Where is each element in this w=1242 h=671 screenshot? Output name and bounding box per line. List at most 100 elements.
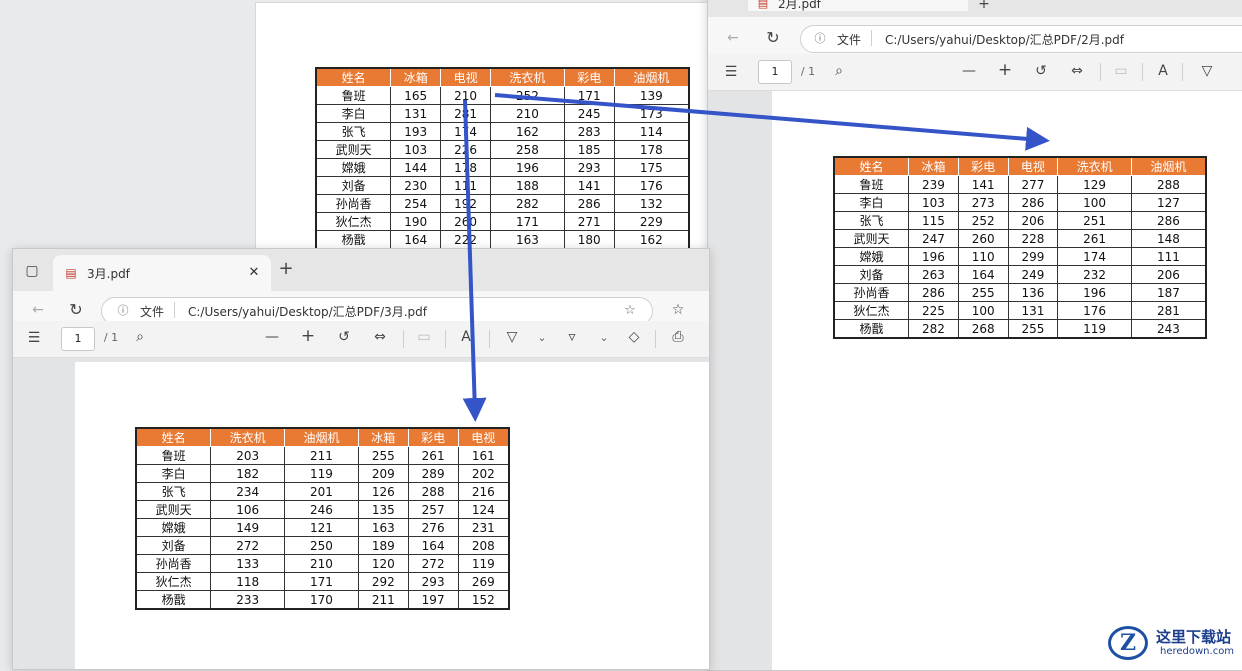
refresh-icon[interactable]: ↻ bbox=[764, 29, 782, 47]
chevron-down-icon[interactable]: ⌄ bbox=[535, 329, 549, 347]
search-icon[interactable]: ⌕ bbox=[830, 62, 848, 80]
table-cell: 170 bbox=[284, 590, 359, 610]
table-cell: 282 bbox=[490, 194, 565, 213]
table-cell: 119 bbox=[1057, 319, 1132, 339]
address-label: 文件 bbox=[837, 33, 862, 47]
contents-icon[interactable]: ☰ bbox=[722, 63, 740, 81]
table-cell: 211 bbox=[284, 446, 359, 465]
table-cell: 196 bbox=[490, 158, 565, 177]
refresh-icon[interactable]: ↻ bbox=[67, 301, 85, 319]
table-cell: 174 bbox=[440, 122, 491, 141]
zoom-in-icon[interactable]: + bbox=[299, 327, 317, 345]
back-icon[interactable]: ← bbox=[724, 29, 742, 47]
table-cell: 289 bbox=[407, 464, 459, 483]
watermark-logo: Z bbox=[1108, 626, 1148, 660]
table-cell: 武则天 bbox=[135, 500, 212, 519]
table-row: 刘备 230 111 188 141 176 bbox=[315, 176, 690, 195]
table-cell: 286 bbox=[908, 283, 959, 302]
table-cell: 135 bbox=[357, 500, 409, 519]
table-cell: 211 bbox=[357, 590, 409, 610]
table-row: 嫦娥 144 178 196 293 175 bbox=[315, 158, 690, 177]
table-cell: 210 bbox=[490, 104, 565, 123]
rotate-icon[interactable]: ↺ bbox=[1032, 62, 1050, 80]
table-cell: 174 bbox=[1057, 247, 1132, 266]
feb-table: 姓名 冰箱 彩电 电视 洗衣机 油烟机 鲁班 239 141 277 129 288 李白 103 273 2… bbox=[833, 156, 1207, 339]
table-cell: 271 bbox=[563, 212, 615, 231]
page-number-input[interactable]: 1 bbox=[758, 60, 792, 84]
table-cell: 185 bbox=[563, 140, 615, 159]
print-icon[interactable]: ⎙ bbox=[669, 328, 687, 346]
table-cell: 张飞 bbox=[833, 211, 910, 230]
table-cell: 127 bbox=[1130, 193, 1207, 212]
table-cell: 141 bbox=[957, 175, 1009, 194]
table-cell: 163 bbox=[357, 518, 409, 537]
table-cell: 193 bbox=[390, 122, 442, 141]
highlight-icon[interactable]: ▿ bbox=[563, 328, 581, 346]
table-cell: 228 bbox=[1007, 229, 1059, 248]
new-tab-icon[interactable]: + bbox=[277, 260, 295, 278]
table-cell: 255 bbox=[957, 283, 1009, 302]
column-header: 彩电 bbox=[957, 156, 1009, 176]
table-cell: 孙尚香 bbox=[135, 554, 212, 573]
draw-icon[interactable]: ▽ bbox=[1198, 62, 1216, 80]
table-row: 鲁班 239 141 277 129 288 bbox=[833, 175, 1207, 194]
favorites-icon[interactable]: ☆ bbox=[669, 301, 687, 319]
page-view-icon[interactable]: ▭ bbox=[1112, 62, 1130, 80]
column-header: 姓名 bbox=[135, 427, 212, 447]
zoom-out-icon[interactable]: — bbox=[263, 328, 281, 346]
mar-table: 姓名 洗衣机 油烟机 冰箱 彩电 电视 鲁班 203 211 255 261 161 李白 182 119 2… bbox=[135, 427, 510, 610]
table-cell: 鲁班 bbox=[135, 446, 212, 465]
chevron-down-icon[interactable]: ⌄ bbox=[597, 329, 611, 347]
column-header: 油烟机 bbox=[1130, 156, 1207, 176]
add-favorite-icon[interactable]: ☆ bbox=[622, 302, 638, 320]
page-number-input[interactable]: 1 bbox=[61, 327, 95, 351]
table-row: 孙尚香 133 210 120 272 119 bbox=[135, 554, 510, 573]
page-view-icon[interactable]: ▭ bbox=[415, 328, 433, 346]
eraser-icon[interactable]: ◇ bbox=[625, 328, 643, 346]
tab-mar-pdf[interactable]: ▤ 3月.pdf ✕ bbox=[53, 255, 271, 291]
table-cell: 206 bbox=[1130, 265, 1207, 284]
table-row: 李白 182 119 209 289 202 bbox=[135, 464, 510, 483]
table-cell: 182 bbox=[210, 464, 286, 483]
zoom-in-icon[interactable]: + bbox=[996, 61, 1014, 79]
table-cell: 161 bbox=[457, 446, 510, 465]
table-cell: 232 bbox=[1057, 265, 1132, 284]
read-aloud-icon[interactable]: A bbox=[1154, 62, 1172, 80]
table-cell: 鲁班 bbox=[315, 86, 392, 105]
table-cell: 210 bbox=[284, 554, 359, 573]
table-cell: 164 bbox=[407, 536, 459, 555]
table-cell: 张飞 bbox=[315, 122, 392, 141]
close-tab-icon[interactable]: ✕ bbox=[247, 264, 261, 282]
zoom-out-icon[interactable]: — bbox=[960, 62, 978, 80]
contents-icon[interactable]: ☰ bbox=[25, 329, 43, 347]
fit-width-icon[interactable]: ⇔ bbox=[371, 328, 389, 346]
search-icon[interactable]: ⌕ bbox=[131, 328, 149, 346]
back-icon[interactable]: ← bbox=[29, 301, 47, 319]
table-cell: 110 bbox=[957, 247, 1009, 266]
table-cell: 鲁班 bbox=[833, 175, 910, 194]
table-cell: 171 bbox=[563, 86, 615, 105]
fit-width-icon[interactable]: ⇔ bbox=[1068, 62, 1086, 80]
address-field[interactable]: ⓘ 文件 C:/Users/yahui/Desktop/汇总PDF/2月.pdf bbox=[800, 25, 1242, 53]
table-cell: 狄仁杰 bbox=[135, 572, 212, 591]
read-aloud-icon[interactable]: A bbox=[457, 328, 475, 346]
table-cell: 261 bbox=[407, 446, 459, 465]
table-cell: 李白 bbox=[315, 104, 392, 123]
table-cell: 247 bbox=[908, 229, 959, 248]
table-row: 刘备 272 250 189 164 208 bbox=[135, 536, 510, 555]
column-header: 彩电 bbox=[563, 67, 615, 87]
pdf-file-icon: ▤ bbox=[757, 0, 769, 10]
draw-icon[interactable]: ▽ bbox=[503, 328, 521, 346]
tab-feb-pdf[interactable]: ▤ 2月.pdf bbox=[748, 0, 968, 11]
table-cell: 孙尚香 bbox=[833, 283, 910, 302]
tab-actions-icon[interactable]: ▢ bbox=[23, 262, 41, 280]
tab-title: 2月.pdf bbox=[778, 0, 821, 11]
rotate-icon[interactable]: ↺ bbox=[335, 328, 353, 346]
table-cell: 狄仁杰 bbox=[833, 301, 910, 320]
table-cell: 111 bbox=[1130, 247, 1207, 266]
new-tab-icon[interactable]: + bbox=[976, 0, 992, 13]
info-icon: ⓘ bbox=[117, 304, 129, 317]
table-row: 刘备 263 164 249 232 206 bbox=[833, 265, 1207, 284]
table-cell: 165 bbox=[390, 86, 442, 105]
tab-title: 3月.pdf bbox=[87, 267, 130, 281]
